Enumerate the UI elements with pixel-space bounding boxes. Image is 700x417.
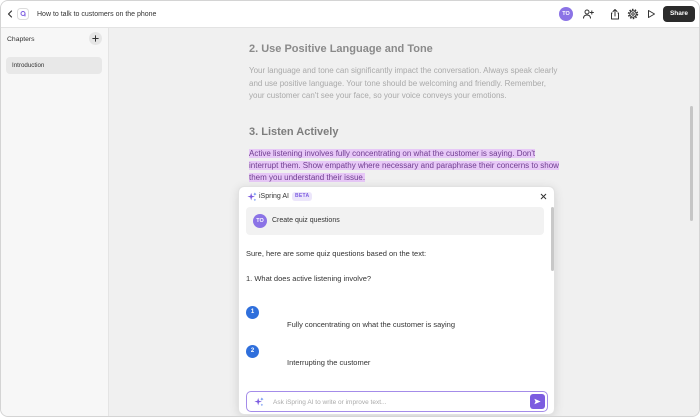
ai-response-intro: Sure, here are some quiz questions based… — [246, 249, 427, 258]
send-button[interactable] — [530, 394, 545, 409]
panel-scrollbar[interactable] — [551, 207, 554, 271]
beta-badge: BETA — [292, 192, 313, 201]
sparkle-icon — [247, 192, 257, 202]
gear-icon[interactable] — [627, 8, 639, 20]
add-chapter-button[interactable] — [89, 32, 102, 45]
avatar: TO — [253, 214, 267, 228]
sidebar-item-introduction[interactable]: Introduction — [6, 57, 102, 74]
top-bar: How to talk to customers on the phone TO… — [1, 1, 699, 28]
section-heading[interactable]: 3. Listen Actively — [249, 125, 338, 139]
section-paragraph[interactable]: Your language and tone can significantly… — [249, 65, 559, 103]
export-icon[interactable] — [609, 8, 621, 20]
ai-input-container — [246, 391, 548, 412]
chapters-heading: Chapters — [7, 36, 35, 43]
sparkle-icon — [254, 397, 264, 407]
section-heading[interactable]: 2. Use Positive Language and Tone — [249, 42, 433, 56]
send-icon — [534, 398, 541, 405]
app-logo-icon — [17, 8, 29, 20]
selected-paragraph[interactable]: Active listening involves fully concentr… — [249, 148, 559, 184]
add-user-icon[interactable] — [582, 8, 594, 20]
share-button[interactable]: Share — [663, 6, 695, 22]
chevron-left-icon[interactable] — [5, 9, 15, 19]
app-window: How to talk to customers on the phone TO… — [0, 0, 700, 417]
option-number-badge: 2 — [246, 345, 259, 358]
close-icon[interactable] — [539, 192, 548, 201]
ai-prompt-input[interactable] — [273, 396, 523, 408]
editor-scrollbar[interactable] — [690, 106, 693, 221]
selected-text-highlight: Active listening involves fully concentr… — [249, 149, 559, 182]
quiz-option: Fully concentrating on what the customer… — [287, 320, 455, 329]
prompt-text: Create quiz questions — [272, 217, 340, 224]
user-avatar[interactable]: TO — [559, 7, 573, 21]
course-title[interactable]: How to talk to customers on the phone — [37, 10, 156, 19]
quiz-question: 1. What does active listening involve? — [246, 274, 372, 283]
plus-icon — [92, 35, 99, 42]
user-prompt-bubble: TO Create quiz questions — [246, 207, 544, 235]
chapters-sidebar: Chapters Introduction — [1, 28, 109, 416]
panel-title: iSpring AI — [259, 193, 289, 200]
ai-assistant-panel: iSpring AI BETA TO Create quiz questions… — [238, 186, 555, 415]
quiz-option: Interrupting the customer — [287, 358, 371, 367]
play-icon[interactable] — [645, 8, 657, 20]
option-number-badge: 1 — [246, 306, 259, 319]
